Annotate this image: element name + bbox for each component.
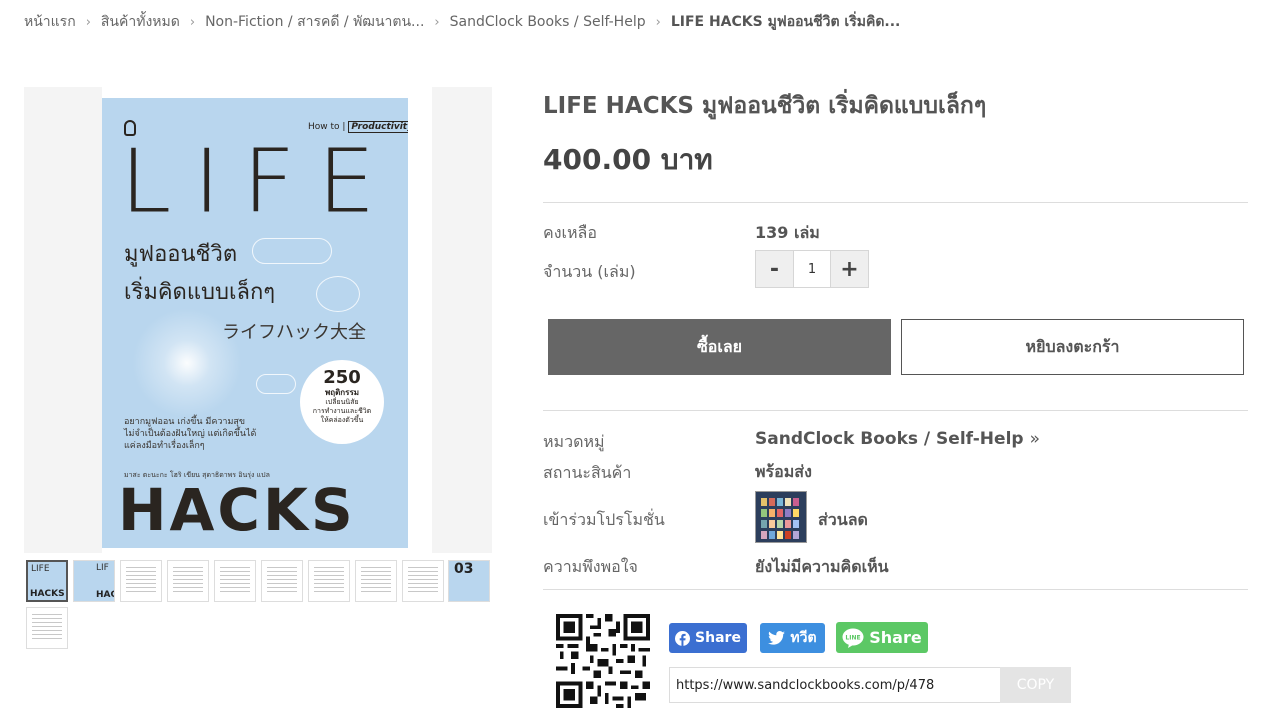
thumbnail-4[interactable] (167, 560, 209, 602)
cover-doodle (316, 276, 360, 312)
chevron-right-icon: › (189, 14, 196, 30)
cover-title-hacks: HACKS (118, 476, 356, 544)
twitter-share-label: ทวีต (790, 630, 817, 646)
line-icon: LINE (842, 628, 864, 648)
line-icon-text: LINE (846, 634, 861, 641)
twitter-icon (768, 631, 786, 645)
breadcrumb-all-products[interactable]: สินค้าทั้งหมด (101, 11, 180, 33)
quantity-input[interactable] (793, 251, 831, 287)
thumbnail-8[interactable] (355, 560, 397, 602)
product-gallery: How to | Productivity! LIFE มูฟออนชีวิต … (24, 87, 492, 553)
thumbnail-label: HACKS (30, 589, 65, 599)
breadcrumb: หน้าแรก › สินค้าทั้งหมด › Non-Fiction / … (24, 12, 900, 32)
cover-title-life: LIFE (120, 130, 398, 233)
cover-badge: 250 พฤติกรรม เปลี่ยนนิสัย การทำงานและชีว… (300, 360, 384, 444)
cover-badge-line: เปลี่ยนนิสัย (325, 398, 359, 407)
buy-now-button[interactable]: ซื้อเลย (548, 319, 891, 375)
thumbnail-7[interactable] (308, 560, 350, 602)
product-title: LIFE HACKS มูฟออนชีวิต เริ่มคิดแบบเล็กๆ (543, 93, 987, 119)
cover-doodle (256, 374, 296, 394)
promotion-image[interactable] (755, 491, 807, 543)
category-label: หมวดหมู่ (543, 432, 605, 451)
thumbnail-2[interactable]: LIF HACI (73, 560, 115, 602)
rating-label: ความพึงพอใจ (543, 557, 638, 576)
twitter-share-button[interactable]: ทวีต (760, 623, 825, 653)
thumbnail-11[interactable] (26, 607, 68, 649)
cover-title-jp: ライフハック大全 (222, 322, 366, 343)
cover-title-th-2: เริ่มคิดแบบเล็กๆ (124, 280, 276, 305)
line-share-button[interactable]: LINE Share (836, 622, 928, 653)
breadcrumb-non-fiction[interactable]: Non-Fiction / สารคดี / พัฒนาตน... (205, 11, 424, 33)
rating-value: ยังไม่มีความคิดเห็น (755, 557, 889, 576)
divider (543, 589, 1248, 590)
thumbnail-10[interactable]: 03 (448, 560, 490, 602)
cover-badge-number: 250 (323, 367, 361, 388)
facebook-share-label: Share (695, 630, 741, 646)
cover-doodle (252, 238, 332, 264)
cover-badge-line: ให้คล่องตัวขึ้น (320, 416, 364, 425)
cover-blurb-line: อยากมูฟออน เก่งขึ้น มีความสุข (124, 417, 246, 427)
breadcrumb-current: LIFE HACKS มูฟออนชีวิต เริ่มคิด... (670, 14, 901, 30)
status-value: พร้อมส่ง (755, 462, 812, 481)
status-label: สถานะสินค้า (543, 463, 632, 482)
quantity-increase-button[interactable]: + (831, 251, 868, 287)
cover-title-th-1: มูฟออนชีวิต (124, 242, 238, 267)
stock-value: 139 เล่ม (755, 223, 820, 242)
thumbnail-label: 03 (454, 561, 474, 577)
chevron-right-icon: › (85, 14, 91, 30)
thumbnail-label: LIFE (31, 564, 50, 574)
category-link[interactable]: SandClock Books / Self-Help» (755, 429, 1040, 449)
thumbnail-label: LIF (96, 563, 109, 573)
cover-blurb: อยากมูฟออน เก่งขึ้น มีความสุข ไม่จำเป็นต… (124, 416, 294, 452)
cover-blurb-line: แค่ลงมือทำเรื่องเล็กๆ (124, 441, 205, 452)
quantity-decrease-button[interactable]: - (756, 251, 793, 287)
product-main-image[interactable]: How to | Productivity! LIFE มูฟออนชีวิต … (102, 87, 432, 553)
promotion-label: เข้าร่วมโปรโมชั่น (543, 510, 665, 529)
product-price: 400.00 บาท (543, 143, 713, 176)
breadcrumb-home[interactable]: หน้าแรก (24, 11, 76, 33)
quantity-stepper: - + (755, 250, 869, 288)
thumbnail-3[interactable] (120, 560, 162, 602)
cover-badge-line: พฤติกรรม (324, 387, 360, 397)
breadcrumb-self-help[interactable]: SandClock Books / Self-Help (450, 14, 646, 30)
line-share-label: Share (869, 628, 922, 647)
stock-label: คงเหลือ (543, 223, 597, 242)
quantity-label: จำนวน (เล่ม) (543, 262, 636, 281)
category-value: SandClock Books / Self-Help (755, 429, 1024, 449)
thumbnail-label: HACI (96, 590, 114, 600)
chevron-right-icon: › (434, 14, 440, 30)
book-cover: How to | Productivity! LIFE มูฟออนชีวิต … (102, 98, 408, 548)
divider (543, 202, 1248, 203)
chevron-right-icon: › (655, 14, 661, 30)
promotion-value[interactable]: ส่วนลด (818, 508, 868, 533)
divider (543, 410, 1248, 411)
thumbnail-9[interactable] (402, 560, 444, 602)
double-chevron-right-icon: » (1029, 429, 1040, 449)
thumbnail-5[interactable] (214, 560, 256, 602)
facebook-icon (675, 630, 691, 646)
share-url-input[interactable] (669, 667, 1001, 703)
cover-blurb-line: ไม่จำเป็นต้องฝันใหญ่ แต่เกิดขึ้นได้ (124, 429, 257, 440)
facebook-share-button[interactable]: Share (669, 623, 747, 653)
thumbnail-6[interactable] (261, 560, 303, 602)
copy-url-button[interactable]: COPY (1000, 667, 1071, 703)
add-to-cart-button[interactable]: หยิบลงตะกร้า (901, 319, 1244, 375)
cover-badge-line: การทำงานและชีวิต (312, 407, 372, 416)
qr-code-icon (556, 614, 650, 708)
thumbnail-1[interactable]: LIFE HACKS (26, 560, 68, 602)
